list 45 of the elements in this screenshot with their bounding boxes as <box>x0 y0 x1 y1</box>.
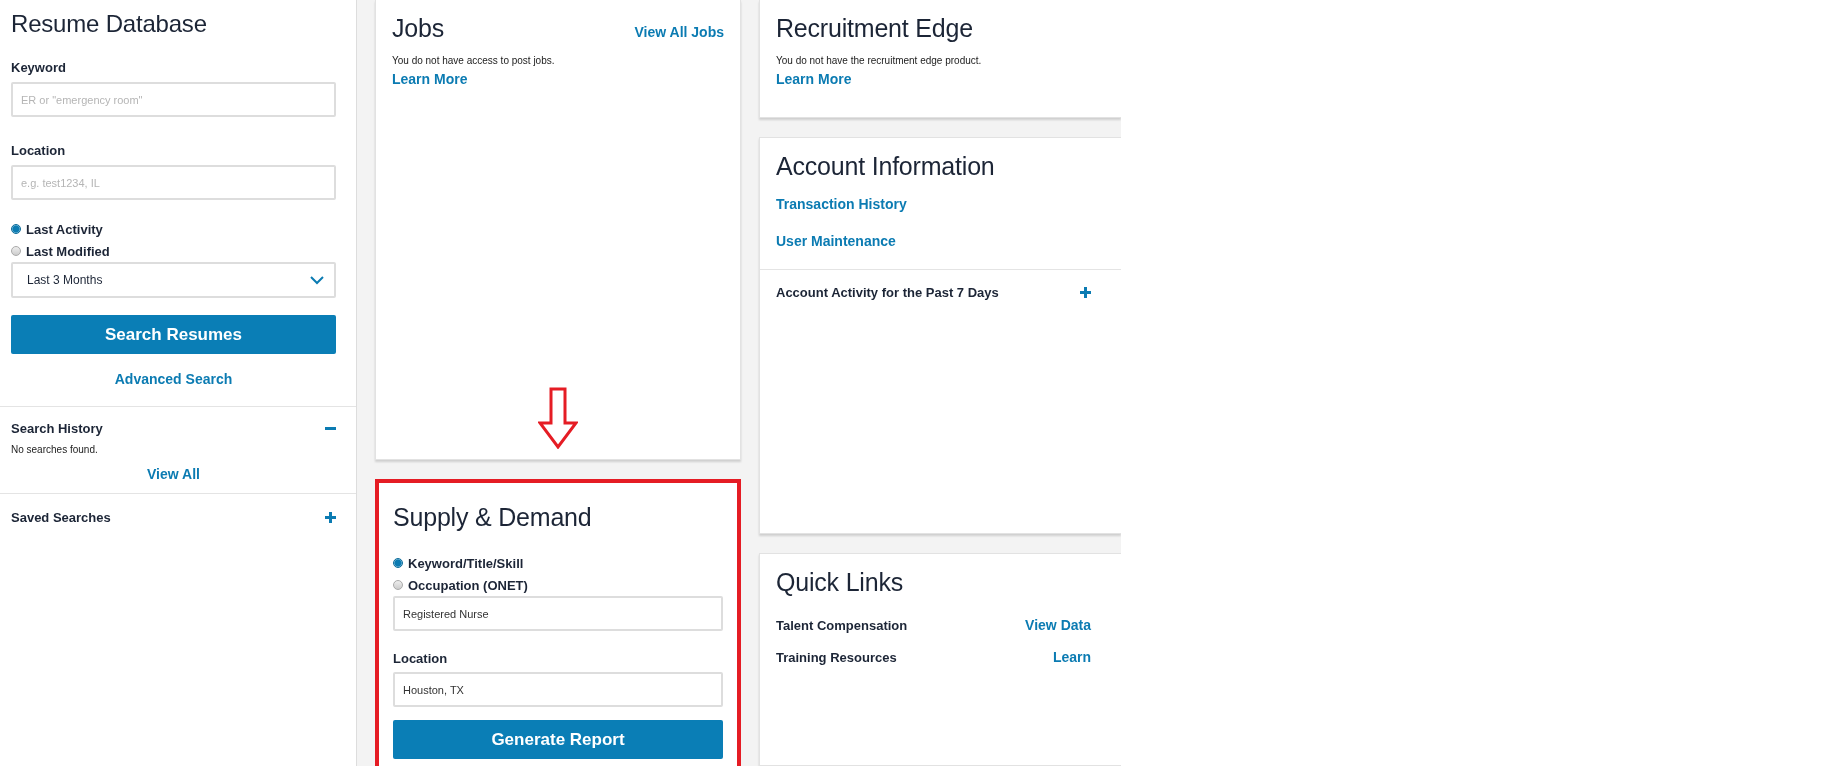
radio-button[interactable] <box>393 580 403 590</box>
date-range-select[interactable]: Last 3 Months <box>11 262 336 298</box>
down-arrow <box>538 387 578 449</box>
radio-button[interactable] <box>393 558 403 568</box>
card-message: You do not have access to post jobs. <box>392 55 556 66</box>
view-all-link[interactable]: View All <box>147 466 200 482</box>
field-label: Location <box>393 651 449 666</box>
field-label: Keyword <box>11 60 67 75</box>
location-field[interactable]: Houston, TX <box>393 672 723 707</box>
account-link[interactable]: Transaction History <box>776 196 907 212</box>
section-title: Saved Searches <box>11 510 111 525</box>
search-resumes-button[interactable]: Search Resumes <box>11 315 336 354</box>
advanced-search-link[interactable]: Advanced Search <box>114 371 233 387</box>
quick-link-label: Talent Compensation <box>776 617 908 633</box>
quick-link-label: Training Resources <box>776 649 897 665</box>
radio-label: Keyword/Title/Skill <box>408 555 524 571</box>
keyword-field[interactable]: Registered Nurse <box>393 596 723 631</box>
radio-button[interactable] <box>11 224 21 234</box>
view-all-jobs-link[interactable]: View All Jobs <box>634 24 724 40</box>
learn-more-link[interactable]: Learn More <box>776 71 852 87</box>
activity-label: Account Activity for the Past 7 Days <box>776 285 999 300</box>
quick-link[interactable]: View Data <box>1025 617 1091 633</box>
card-title: Recruitment Edge <box>776 14 974 43</box>
section-title: Search History <box>11 421 103 436</box>
card-message: You do not have the recruitment edge product. <box>776 55 983 66</box>
plus-icon[interactable] <box>325 512 336 523</box>
generate-report-button[interactable]: Generate Report <box>393 720 723 759</box>
quick-link[interactable]: Learn <box>1052 649 1091 665</box>
card-title: Account Information <box>776 152 996 181</box>
card-title: Quick Links <box>776 568 904 597</box>
account-link[interactable]: User Maintenance <box>776 233 896 249</box>
radio-label: Last Modified <box>26 243 110 259</box>
field-label: Location <box>11 143 67 158</box>
card-title: Jobs <box>392 14 444 43</box>
radio-button[interactable] <box>11 246 21 256</box>
card-title: Supply & Demand <box>393 503 593 532</box>
page-title: Resume Database <box>11 10 208 38</box>
empty-message: No searches found. <box>11 444 99 455</box>
chevron-down-icon <box>310 275 324 285</box>
plus-icon[interactable] <box>1080 287 1091 298</box>
radio-label: Last Activity <box>26 221 103 237</box>
learn-more-link[interactable]: Learn More <box>392 71 468 87</box>
keyword-field[interactable]: ER or "emergency room" <box>11 82 336 117</box>
radio-label: Occupation (ONET) <box>408 577 528 593</box>
location-field[interactable]: e.g. test1234, IL <box>11 165 336 200</box>
